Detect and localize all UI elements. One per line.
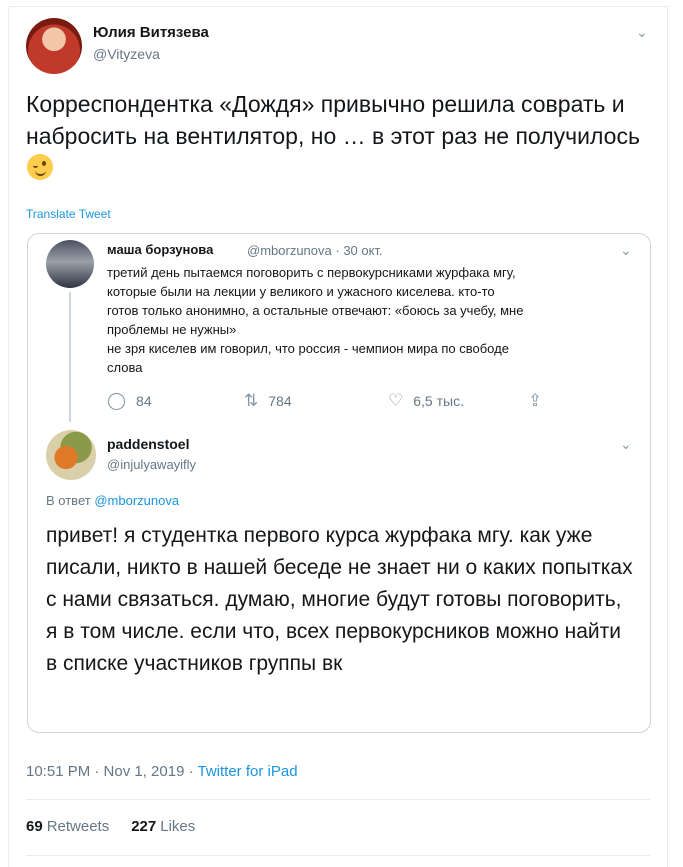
tweet-source[interactable]: Twitter for iPad	[198, 763, 298, 780]
chevron-down-icon[interactable]: ⌄	[620, 242, 632, 259]
translate-tweet-link[interactable]: Translate Tweet	[26, 207, 111, 221]
reply-count: 84	[136, 393, 152, 409]
tweet-text: Корреспондентка «Дождя» привычно решила …	[26, 88, 646, 184]
likes-count: 227	[131, 818, 157, 835]
reply-prefix: В ответ	[46, 493, 91, 508]
reply-author-avatar[interactable]	[46, 430, 96, 480]
reply-icon[interactable]: ◯	[107, 391, 126, 411]
quoted-text-line: третий день пытаемся поговорить с первок…	[107, 265, 516, 280]
quoted-text-line: не зря киселев им говорил, что россия - …	[107, 341, 509, 356]
quoted-text-line: которые были на лекции у великого и ужас…	[107, 284, 495, 299]
like-count: 6,5 тыс.	[413, 393, 464, 409]
chevron-down-icon[interactable]: ⌄	[620, 436, 632, 453]
heart-icon[interactable]: ♡	[388, 391, 403, 411]
quoted-author-avatar[interactable]	[46, 240, 94, 288]
quoted-date[interactable]: · 30 окт.	[335, 243, 382, 258]
divider	[26, 799, 650, 800]
thread-connector	[69, 292, 71, 422]
winking-face-icon	[27, 154, 53, 180]
quoted-author-name[interactable]: маша борзунова	[107, 242, 213, 257]
quoted-author-meta: @mborzunova · 30 окт.	[247, 243, 383, 258]
share-icon[interactable]: ⇪	[528, 391, 542, 411]
tweet-text-body: Корреспондентка «Дождя» привычно решила …	[26, 91, 640, 149]
author-avatar[interactable]	[26, 18, 82, 74]
divider	[26, 855, 650, 856]
author-handle[interactable]: @Vityzeva	[93, 46, 160, 62]
retweets-count: 69	[26, 818, 43, 835]
reply-tweet-text: привет! я студентка первого курса журфак…	[46, 524, 633, 675]
retweet-icon[interactable]: ⇅	[244, 391, 258, 411]
likes-label: Likes	[160, 818, 196, 835]
retweet-action[interactable]: ⇅ 784	[244, 391, 292, 411]
tweet-meta: 10:51 PM · Nov 1, 2019 · Twitter for iPa…	[26, 763, 298, 780]
reply-author-name[interactable]: paddenstoel	[107, 436, 189, 452]
retweets-stat[interactable]: 69 Retweets	[26, 818, 109, 835]
author-name[interactable]: Юлия Витязева	[93, 24, 209, 41]
likes-stat[interactable]: 227 Likes	[131, 818, 195, 835]
quoted-text-line: слова	[107, 360, 143, 375]
reply-author-handle[interactable]: @injulyawayifly	[107, 457, 196, 472]
tweet-stats: 69 Retweets 227 Likes	[26, 818, 195, 835]
quoted-text-line: проблемы не нужны»	[107, 322, 237, 337]
retweet-count: 784	[268, 393, 292, 409]
retweets-label: Retweets	[46, 818, 110, 835]
reply-action[interactable]: ◯ 84	[107, 391, 152, 411]
reply-to-label: В ответ @mborzunova	[46, 493, 179, 508]
share-action[interactable]: ⇪	[528, 391, 542, 411]
tweet-timestamp[interactable]: 10:51 PM · Nov 1, 2019 ·	[26, 763, 194, 780]
like-action[interactable]: ♡ 6,5 тыс.	[388, 391, 464, 411]
chevron-down-icon[interactable]: ⌄	[636, 24, 648, 41]
quoted-text-line: готов только анонимно, а остальные отвеч…	[107, 303, 524, 318]
quoted-tweet-text: третий день пытаемся поговорить с первок…	[107, 263, 627, 377]
quoted-author-handle[interactable]: @mborzunova	[247, 243, 332, 258]
reply-to-link[interactable]: @mborzunova	[94, 493, 179, 508]
